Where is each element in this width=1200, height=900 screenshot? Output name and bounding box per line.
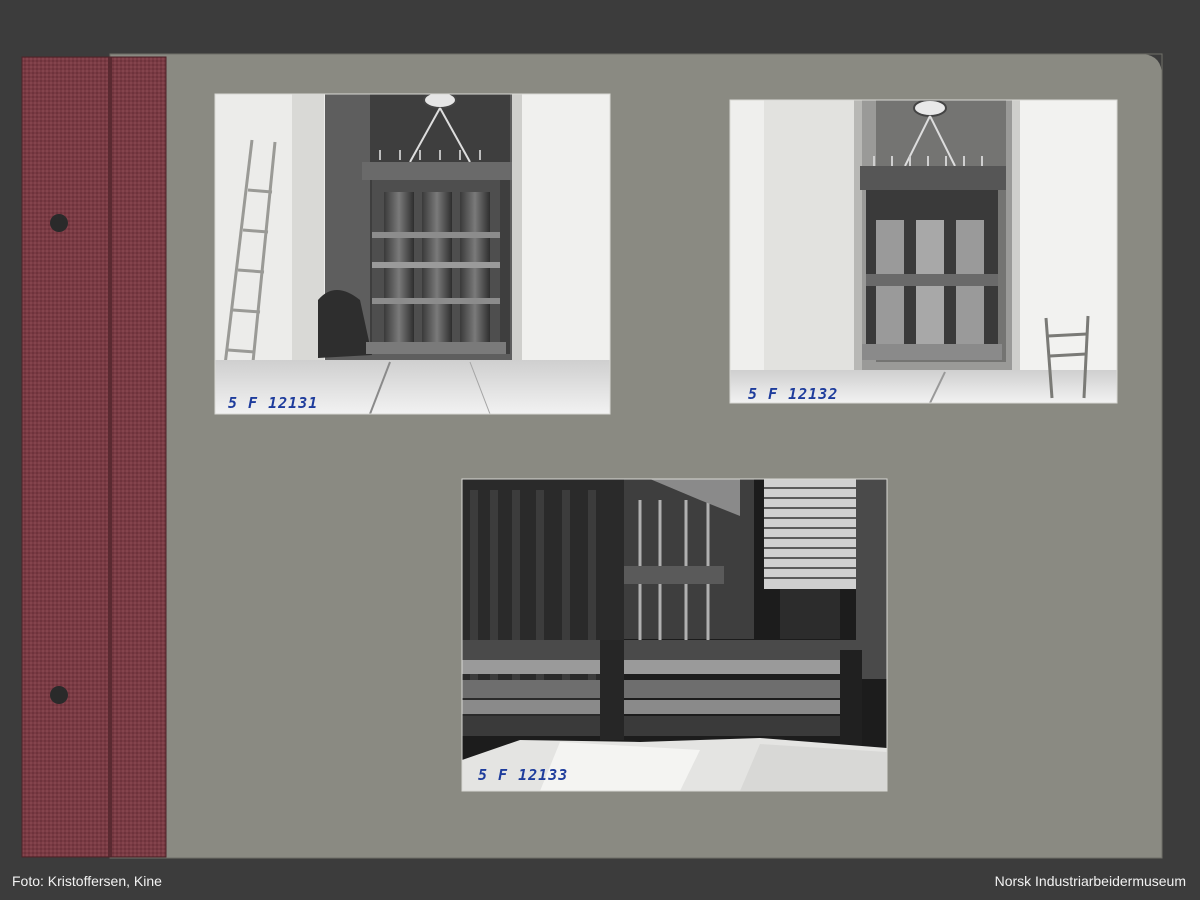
photo-2: 5 F 12132 (730, 100, 1117, 403)
binder-hole-bottom (50, 686, 68, 704)
photographer-credit: Foto: Kristoffersen, Kine (12, 873, 162, 889)
museum-credit: Norsk Industriarbeidermuseum (994, 873, 1186, 889)
album-spine (21, 56, 167, 858)
photo-1-label: 5 F 12131 (228, 394, 318, 412)
photo-3-label: 5 F 12133 (478, 766, 568, 784)
photo-1: 5 F 12131 (215, 94, 610, 414)
binder-hole-top (50, 214, 68, 232)
photo-2-label: 5 F 12132 (748, 385, 838, 403)
photo-3: 5 F 12133 (462, 479, 887, 791)
album-scene: 5 F 12131 5 F 12132 5 F 12133 (0, 0, 1200, 900)
